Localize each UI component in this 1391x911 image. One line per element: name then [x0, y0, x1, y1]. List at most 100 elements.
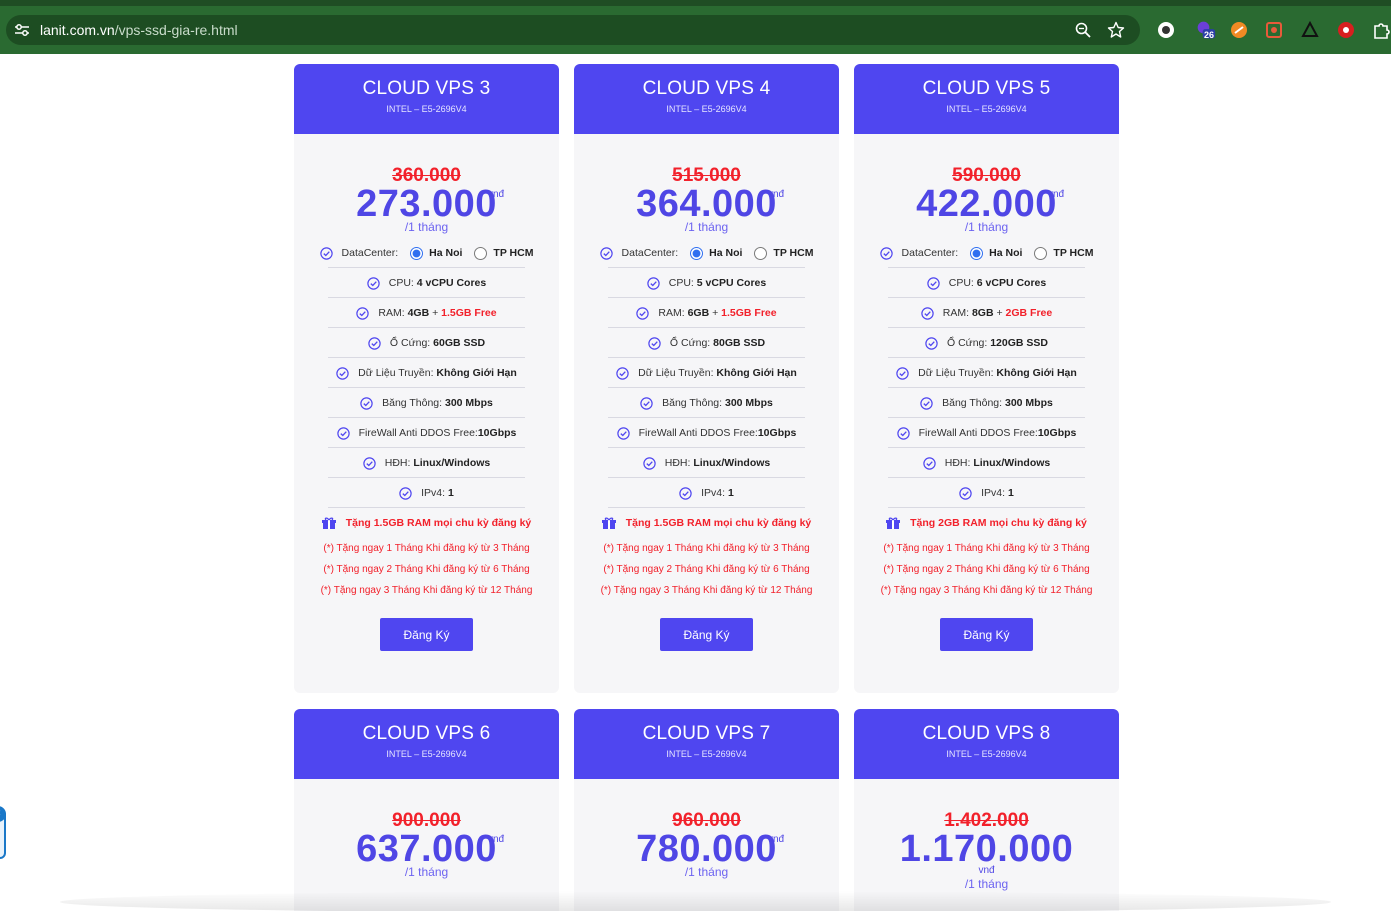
check-icon: [923, 456, 936, 470]
promo-line: (*) Tặng ngay 3 Tháng Khi đăng ký từ 12 …: [880, 585, 1093, 596]
check-icon: [679, 486, 692, 500]
plan-subtitle: INTEL – E5-2696V4: [666, 749, 747, 759]
feature-bandwidth: Băng Thông: 300 Mbps: [574, 388, 839, 418]
datacenter-radio-tphcm[interactable]: [754, 246, 768, 260]
firewall-label: FireWall Anti DDOS Free:: [638, 427, 758, 439]
feature-list: DataCenter: Ha Noi TP HCM CPU: 6 vCPU Co…: [854, 238, 1119, 651]
ram-label: RAM:: [378, 307, 405, 319]
plan-header: CLOUD VPS 8 INTEL – E5-2696V4: [854, 709, 1119, 779]
cpu-value: 6 vCPU Cores: [976, 277, 1047, 289]
zoom-icon[interactable]: [1074, 21, 1092, 39]
feature-firewall: FireWall Anti DDOS Free: 10Gbps: [854, 418, 1119, 448]
promo-line: (*) Tặng ngay 1 Tháng Khi đăng ký từ 3 T…: [323, 543, 530, 554]
feature-ipv4: IPv4: 1: [574, 478, 839, 508]
price-period: /1 tháng: [404, 220, 449, 234]
extension-icon-4[interactable]: [1264, 20, 1284, 40]
bandwidth-value: 300 Mbps: [725, 397, 773, 409]
plan-title: CLOUD VPS 4: [642, 78, 771, 99]
check-icon: [648, 336, 661, 350]
datacenter-radio-tphcm[interactable]: [1034, 246, 1048, 260]
register-button[interactable]: Đăng Ký: [380, 618, 473, 651]
datacenter-option-tphcm[interactable]: TP HCM: [1053, 247, 1093, 259]
extension-icon-1[interactable]: [1156, 20, 1176, 40]
register-button[interactable]: Đăng Ký: [940, 618, 1033, 651]
register-button[interactable]: Đăng Ký: [660, 618, 753, 651]
firewall-value: 10Gbps: [757, 427, 797, 439]
transfer-label: Dữ Liệu Truyền:: [358, 367, 434, 379]
extension-icon-3[interactable]: [1229, 20, 1249, 40]
os-value: Linux/Windows: [413, 457, 491, 469]
ipv4-value: 1: [448, 487, 454, 499]
datacenter-radio-hanoi[interactable]: [970, 246, 984, 260]
plan-card-vps-8: CLOUD VPS 8 INTEL – E5-2696V4 1.402.000 …: [854, 709, 1119, 911]
plan-title: CLOUD VPS 5: [922, 78, 1051, 99]
plan-card-vps-7: CLOUD VPS 7 INTEL – E5-2696V4 960.000 78…: [574, 709, 839, 911]
check-icon: [896, 366, 909, 380]
feature-cpu: CPU: 4 vCPU Cores: [294, 268, 559, 298]
plan-title: CLOUD VPS 8: [922, 723, 1051, 744]
feature-disk: Ổ Cứng: 120GB SSD: [854, 328, 1119, 358]
ram-plus: +: [996, 307, 1003, 319]
promo-line: (*) Tặng ngay 3 Tháng Khi đăng ký từ 12 …: [320, 585, 533, 596]
plan-title: CLOUD VPS 7: [642, 723, 771, 744]
check-icon: [368, 336, 381, 350]
price-period: /1 tháng: [684, 865, 729, 879]
ipv4-label: IPv4:: [421, 487, 446, 499]
disk-value: 120GB SSD: [990, 337, 1048, 349]
datacenter-option-tphcm[interactable]: TP HCM: [773, 247, 813, 259]
gift-text: Tặng 2GB RAM mọi chu kỳ đăng ký: [910, 517, 1087, 529]
check-icon: [640, 396, 653, 410]
plan-card-vps-5: CLOUD VPS 5 INTEL – E5-2696V4 590.000 42…: [854, 64, 1119, 693]
ram-free: 1.5GB Free: [721, 307, 777, 319]
datacenter-option-hanoi[interactable]: Ha Noi: [429, 247, 462, 259]
datacenter-option-tphcm[interactable]: TP HCM: [493, 247, 533, 259]
price-period: /1 tháng: [964, 877, 1009, 891]
check-icon: [927, 276, 940, 290]
price-block: 960.000 780.000 vnđ /1 tháng: [574, 779, 839, 883]
extensions-puzzle-icon[interactable]: [1372, 20, 1391, 40]
bandwidth-label: Băng Thông:: [382, 397, 443, 409]
price-period: /1 tháng: [404, 865, 449, 879]
cpu-value: 4 vCPU Cores: [416, 277, 487, 289]
promo-line: (*) Tặng ngay 2 Tháng Khi đăng ký từ 6 T…: [603, 564, 810, 575]
price-unit: vnđ: [1048, 189, 1065, 200]
datacenter-radio-hanoi[interactable]: [690, 246, 704, 260]
plan-subtitle: INTEL – E5-2696V4: [666, 104, 747, 114]
datacenter-label: DataCenter:: [621, 247, 679, 259]
ipv4-label: IPv4:: [701, 487, 726, 499]
plan-subtitle: INTEL – E5-2696V4: [386, 104, 467, 114]
address-bar[interactable]: lanit.com.vn/vps-ssd-gia-re.html: [6, 15, 1140, 45]
check-icon: [399, 486, 412, 500]
ram-value: 4GB: [407, 307, 430, 319]
site-settings-icon[interactable]: [14, 23, 30, 37]
extension-icon-6[interactable]: [1336, 20, 1356, 40]
check-icon: [921, 306, 934, 320]
plan-subtitle: INTEL – E5-2696V4: [946, 749, 1027, 759]
price-block: 515.000 364.000 vnđ /1 tháng: [574, 134, 839, 238]
datacenter-label: DataCenter:: [341, 247, 399, 259]
datacenter-radio-tphcm[interactable]: [474, 246, 488, 260]
feature-firewall: FireWall Anti DDOS Free: 10Gbps: [294, 418, 559, 448]
page-content: CLOUD VPS 3 INTEL – E5-2696V4 360.000 27…: [0, 54, 1391, 911]
datacenter-option-hanoi[interactable]: Ha Noi: [989, 247, 1022, 259]
price-unit: vnđ: [488, 189, 505, 200]
extension-icon-5[interactable]: [1300, 20, 1320, 40]
url-text[interactable]: lanit.com.vn/vps-ssd-gia-re.html: [40, 22, 238, 38]
price-unit: vnđ: [978, 865, 995, 876]
feature-list: DataCenter: Ha Noi TP HCM CPU: 4 vCPU Co…: [294, 238, 559, 651]
check-icon: [879, 246, 893, 260]
feature-datacenter: DataCenter: Ha Noi TP HCM: [574, 238, 839, 268]
price-unit: vnđ: [768, 834, 785, 845]
os-value: Linux/Windows: [973, 457, 1051, 469]
disk-label: Ổ Cứng:: [947, 337, 988, 349]
gift-icon: [886, 516, 901, 529]
os-label: HĐH:: [384, 457, 411, 469]
datacenter-radio-hanoi[interactable]: [410, 246, 424, 260]
ram-plus: +: [432, 307, 439, 319]
price-block: 360.000 273.000 vnđ /1 tháng: [294, 134, 559, 238]
bookmark-star-icon[interactable]: [1107, 21, 1125, 39]
datacenter-option-hanoi[interactable]: Ha Noi: [709, 247, 742, 259]
gift-text: Tặng 1.5GB RAM mọi chu kỳ đăng ký: [625, 517, 812, 529]
plan-header: CLOUD VPS 3 INTEL – E5-2696V4: [294, 64, 559, 134]
price-period: /1 tháng: [684, 220, 729, 234]
